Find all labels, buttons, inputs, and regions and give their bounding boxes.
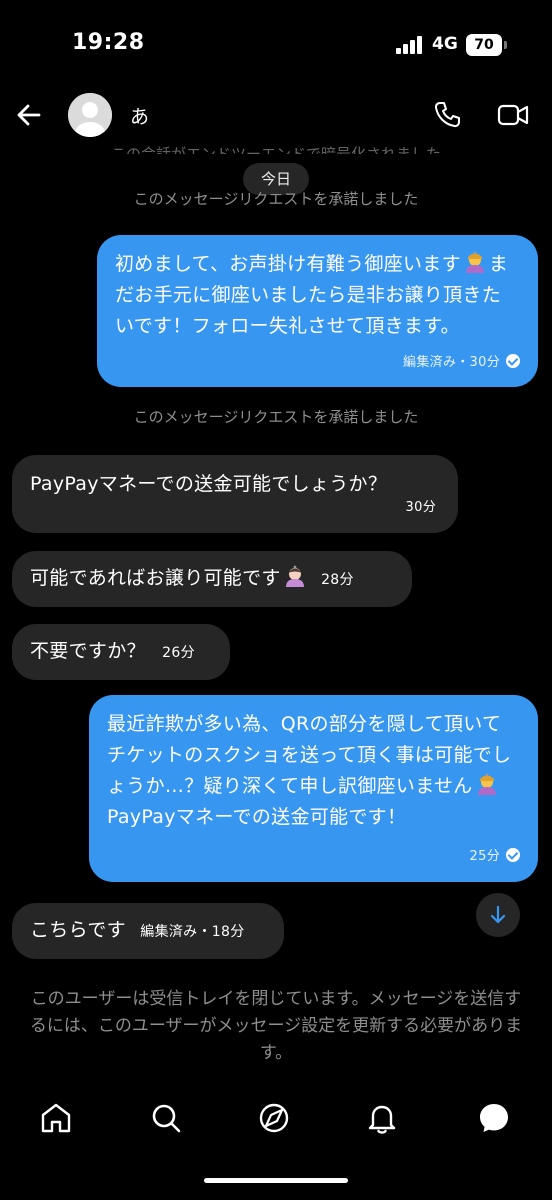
notifications-bell-icon[interactable] xyxy=(364,1100,400,1136)
incoming-message[interactable]: こちらです 編集済み・18分 xyxy=(12,903,284,959)
signal-strength-icon xyxy=(396,36,426,54)
incoming-message[interactable]: 可能であればお譲り可能です 28分 xyxy=(12,551,412,607)
phone-icon[interactable] xyxy=(432,100,462,130)
clock: 19:28 xyxy=(72,30,145,55)
scroll-to-bottom-button[interactable] xyxy=(476,893,520,937)
chat-header: あ xyxy=(0,88,552,148)
message-text-part: 初めまして、お声掛け有難う御座います xyxy=(115,253,461,275)
explore-icon[interactable] xyxy=(256,1100,292,1136)
message-meta: 25分 xyxy=(470,841,520,872)
battery-icon: 70 xyxy=(466,34,502,56)
status-bar: 19:28 4G 70 xyxy=(0,0,552,88)
bowing-woman-emoji xyxy=(285,565,304,587)
message-text: 可能であればお譲り可能です xyxy=(30,567,281,589)
search-icon[interactable] xyxy=(148,1100,184,1136)
encryption-notice: この会話がエンドツーエンドで暗号化されました xyxy=(110,145,441,154)
default-avatar-icon xyxy=(68,93,112,137)
back-arrow-icon[interactable] xyxy=(12,98,46,132)
home-indicator xyxy=(204,1178,348,1183)
message-text: PayPayマネーでの送金可能でしょうか？ xyxy=(30,473,388,495)
edited-timestamp: 編集済み・18分 xyxy=(140,924,245,940)
message-text-part: 最近詐欺が多い為、QRの部分を隠して頂いてチケットのスクショを送って頂く事は可能… xyxy=(107,713,512,797)
outgoing-message[interactable]: 初めまして、お声掛け有難う御座います まだお手元に御座いましたら是非お譲り頂きたい… xyxy=(97,235,538,387)
seen-check-icon xyxy=(506,848,520,862)
message-text: こちらです xyxy=(30,919,126,941)
incoming-message[interactable]: 不要ですか？ 26分 xyxy=(12,624,230,680)
network-type: 4G xyxy=(432,34,458,54)
battery-cap xyxy=(504,41,507,49)
avatar[interactable] xyxy=(68,93,112,137)
contact-name[interactable]: あ xyxy=(130,102,149,129)
message-timestamp: 25分 xyxy=(469,849,500,864)
message-meta: 編集済み・30分 xyxy=(403,347,520,378)
incoming-message[interactable]: PayPayマネーでの送金可能でしょうか？ 30分 xyxy=(12,455,458,533)
bowing-person-emoji xyxy=(465,251,484,273)
bottom-navigation xyxy=(0,1090,552,1150)
message-timestamp: 30分 xyxy=(405,500,436,515)
message-timestamp: 28分 xyxy=(321,572,354,588)
message-text-part: PayPayマネーでの送金可能です！ xyxy=(107,806,407,828)
message-timestamp: 26分 xyxy=(162,645,195,661)
edited-timestamp: 編集済み・30分 xyxy=(403,355,500,370)
message-text: 不要ですか？ xyxy=(30,640,146,662)
bowing-person-emoji xyxy=(477,773,496,795)
inbox-closed-notice: このユーザーは受信トレイを閉じています。メッセージを送信するには、このユーザーが… xyxy=(29,989,523,1063)
video-camera-icon[interactable] xyxy=(496,100,530,130)
request-accepted-notice: このメッセージリクエストを承諾しました xyxy=(133,408,419,426)
message-text: 最近詐欺が多い為、QRの部分を隠して頂いてチケットのスクショを送って頂く事は可能… xyxy=(107,709,520,833)
messages-icon[interactable] xyxy=(476,1100,512,1136)
arrow-down-icon xyxy=(490,905,506,924)
seen-check-icon xyxy=(506,354,520,368)
request-accepted-notice: このメッセージリクエストを承諾しました xyxy=(133,190,419,208)
home-icon[interactable] xyxy=(38,1100,74,1136)
outgoing-message[interactable]: 最近詐欺が多い為、QRの部分を隠して頂いてチケットのスクショを送って頂く事は可能… xyxy=(89,695,538,882)
message-text: 初めまして、お声掛け有難う御座います まだお手元に御座いましたら是非お譲り頂きたい… xyxy=(115,249,520,342)
